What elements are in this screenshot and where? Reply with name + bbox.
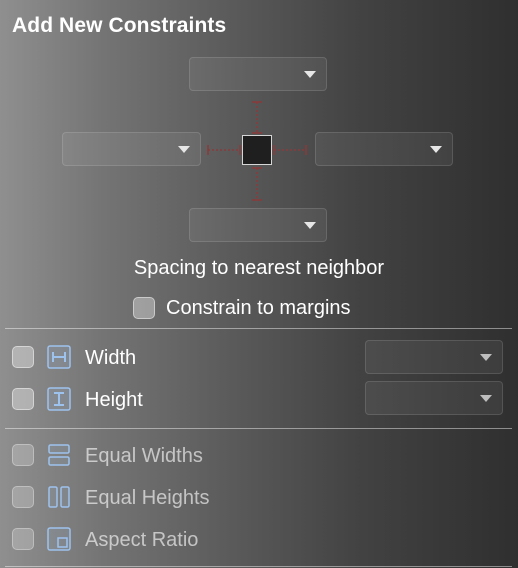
chevron-down-icon bbox=[480, 354, 492, 361]
divider bbox=[5, 328, 512, 329]
equal-widths-label: Equal Widths bbox=[85, 445, 203, 467]
equal-heights-label: Equal Heights bbox=[85, 487, 210, 509]
height-constraint-icon bbox=[47, 387, 71, 411]
aspect-ratio-checkbox[interactable] bbox=[12, 528, 34, 550]
width-value-dropdown[interactable] bbox=[365, 340, 503, 374]
constrain-to-margins-checkbox[interactable] bbox=[133, 297, 155, 319]
constrain-to-margins-label: Constrain to margins bbox=[166, 297, 351, 319]
spacing-label: Spacing to nearest neighbor bbox=[133, 257, 385, 279]
divider bbox=[5, 566, 512, 567]
leading-strut[interactable] bbox=[207, 145, 241, 155]
trailing-strut[interactable] bbox=[273, 145, 307, 155]
divider bbox=[5, 428, 512, 429]
bottom-strut[interactable] bbox=[252, 167, 262, 201]
aspect-ratio-label: Aspect Ratio bbox=[85, 529, 199, 551]
top-strut[interactable] bbox=[252, 101, 262, 134]
equal-widths-checkbox[interactable] bbox=[12, 444, 34, 466]
bottom-spacing-dropdown[interactable] bbox=[189, 208, 327, 242]
width-label: Width bbox=[85, 347, 137, 369]
height-value-dropdown[interactable] bbox=[365, 381, 503, 415]
aspect-ratio-icon bbox=[47, 527, 71, 551]
width-constraint-icon bbox=[47, 345, 71, 369]
trailing-spacing-dropdown[interactable] bbox=[315, 132, 453, 166]
chevron-down-icon bbox=[304, 71, 316, 78]
equal-heights-checkbox[interactable] bbox=[12, 486, 34, 508]
height-checkbox[interactable] bbox=[12, 388, 34, 410]
equal-heights-icon bbox=[48, 486, 70, 508]
leading-spacing-dropdown[interactable] bbox=[62, 132, 201, 166]
chevron-down-icon bbox=[304, 222, 316, 229]
panel-title: Add New Constraints bbox=[12, 14, 227, 37]
height-label: Height bbox=[85, 389, 143, 411]
chevron-down-icon bbox=[430, 146, 442, 153]
top-spacing-dropdown[interactable] bbox=[189, 57, 327, 91]
chevron-down-icon bbox=[480, 395, 492, 402]
width-checkbox[interactable] bbox=[12, 346, 34, 368]
chevron-down-icon bbox=[178, 146, 190, 153]
selected-view-box bbox=[242, 135, 272, 165]
equal-widths-icon bbox=[48, 444, 70, 466]
